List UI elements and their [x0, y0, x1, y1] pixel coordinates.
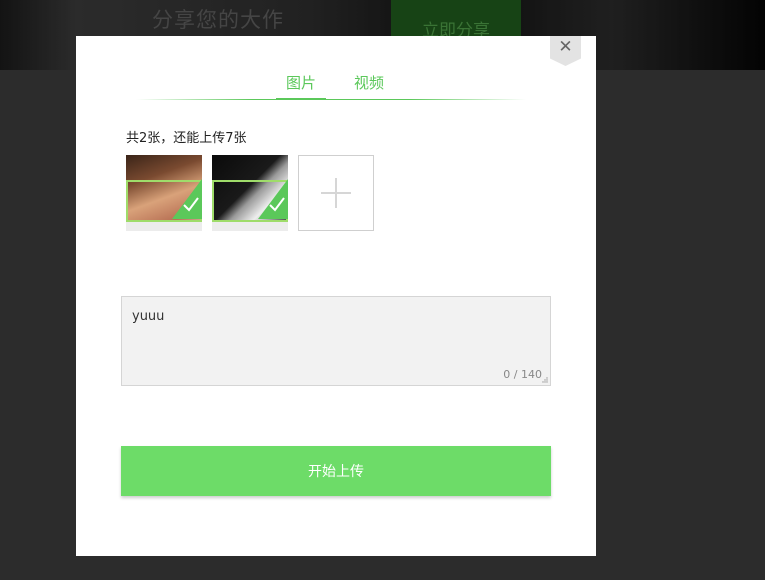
thumbnail-footer [126, 222, 202, 231]
description-field-container: 0 / 140 [121, 296, 551, 386]
checkmark-icon [172, 179, 202, 219]
tab-images[interactable]: 图片 [276, 72, 327, 100]
close-icon: ✕ [558, 37, 573, 57]
upload-summary: 共2张，还能上传7张 [126, 131, 247, 146]
resize-grip-icon[interactable] [540, 375, 548, 383]
close-button[interactable]: ✕ [550, 36, 581, 66]
start-upload-button[interactable]: 开始上传 [121, 446, 551, 496]
image-thumbnail[interactable] [212, 155, 288, 231]
upload-modal: ✕ 图片 视频 共2张，还能上传7张 0 / 140 [76, 36, 596, 556]
image-thumbnail[interactable] [126, 155, 202, 231]
media-tabs: 图片 视频 [76, 72, 596, 102]
description-input[interactable] [122, 297, 550, 385]
checkmark-icon [258, 179, 288, 219]
thumbnail-footer [212, 222, 288, 231]
tab-divider [136, 99, 526, 100]
tab-videos[interactable]: 视频 [353, 72, 385, 98]
character-counter: 0 / 140 [503, 368, 542, 381]
add-image-button[interactable] [298, 155, 374, 231]
